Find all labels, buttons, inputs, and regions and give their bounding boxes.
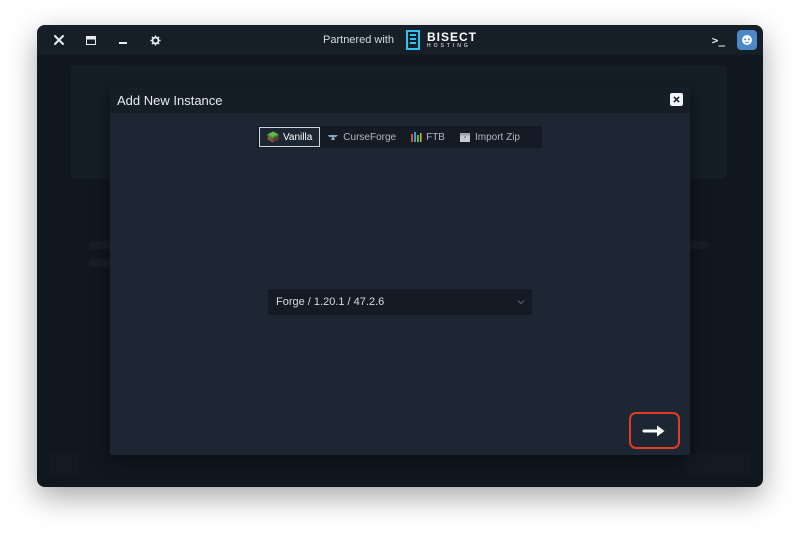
tab-label: CurseForge: [343, 131, 397, 143]
avatar[interactable]: [737, 30, 757, 50]
bisect-logo-icon: [405, 30, 420, 50]
instance-source-tabs: Vanilla CurseForge FTB Import Zip: [257, 126, 542, 148]
modal-close-button[interactable]: [670, 93, 683, 106]
tab-label: Vanilla: [283, 131, 313, 143]
version-select[interactable]: Forge / 1.20.1 / 47.2.6: [268, 289, 532, 315]
partnered-text: Partnered with: [323, 34, 394, 46]
partner-banner: Partnered with BISECT HOSTING: [37, 25, 763, 55]
partner-name: BISECT: [426, 30, 477, 44]
arrow-right-icon: [642, 425, 664, 436]
partner-sub: HOSTING: [426, 43, 471, 49]
user-avatar-icon: [742, 35, 752, 45]
bisect-wordmark: BISECT HOSTING: [427, 31, 477, 49]
chevron-down-icon: [517, 300, 525, 305]
next-button[interactable]: [629, 412, 680, 449]
grass-block-icon: [267, 131, 279, 143]
tab-vanilla[interactable]: Vanilla: [259, 127, 321, 147]
tab-curseforge[interactable]: CurseForge: [320, 127, 403, 147]
curseforge-icon: [328, 135, 339, 140]
tab-import-zip[interactable]: Import Zip: [452, 127, 527, 147]
tab-label: Import Zip: [474, 131, 520, 143]
version-select-value: Forge / 1.20.1 / 47.2.6: [276, 296, 385, 308]
tab-label: FTB: [426, 131, 445, 143]
ftb-icon: [411, 132, 422, 142]
modal-title: Add New Instance: [117, 92, 223, 108]
app-window: Partnered with BISECT HOSTING >_ Add New…: [37, 25, 763, 487]
modal-header: Add New Instance: [110, 87, 690, 113]
bisect-hosting-logo[interactable]: BISECT HOSTING: [404, 29, 477, 51]
add-instance-modal: Add New Instance Vanilla CurseForge FTB …: [110, 87, 690, 455]
titlebar: Partnered with BISECT HOSTING >_: [37, 25, 763, 55]
titlebar-right: >_: [712, 25, 757, 55]
tab-ftb[interactable]: FTB: [403, 127, 452, 147]
terminal-icon[interactable]: >_: [712, 34, 725, 47]
close-icon: [673, 96, 680, 103]
zip-icon: [459, 133, 470, 142]
